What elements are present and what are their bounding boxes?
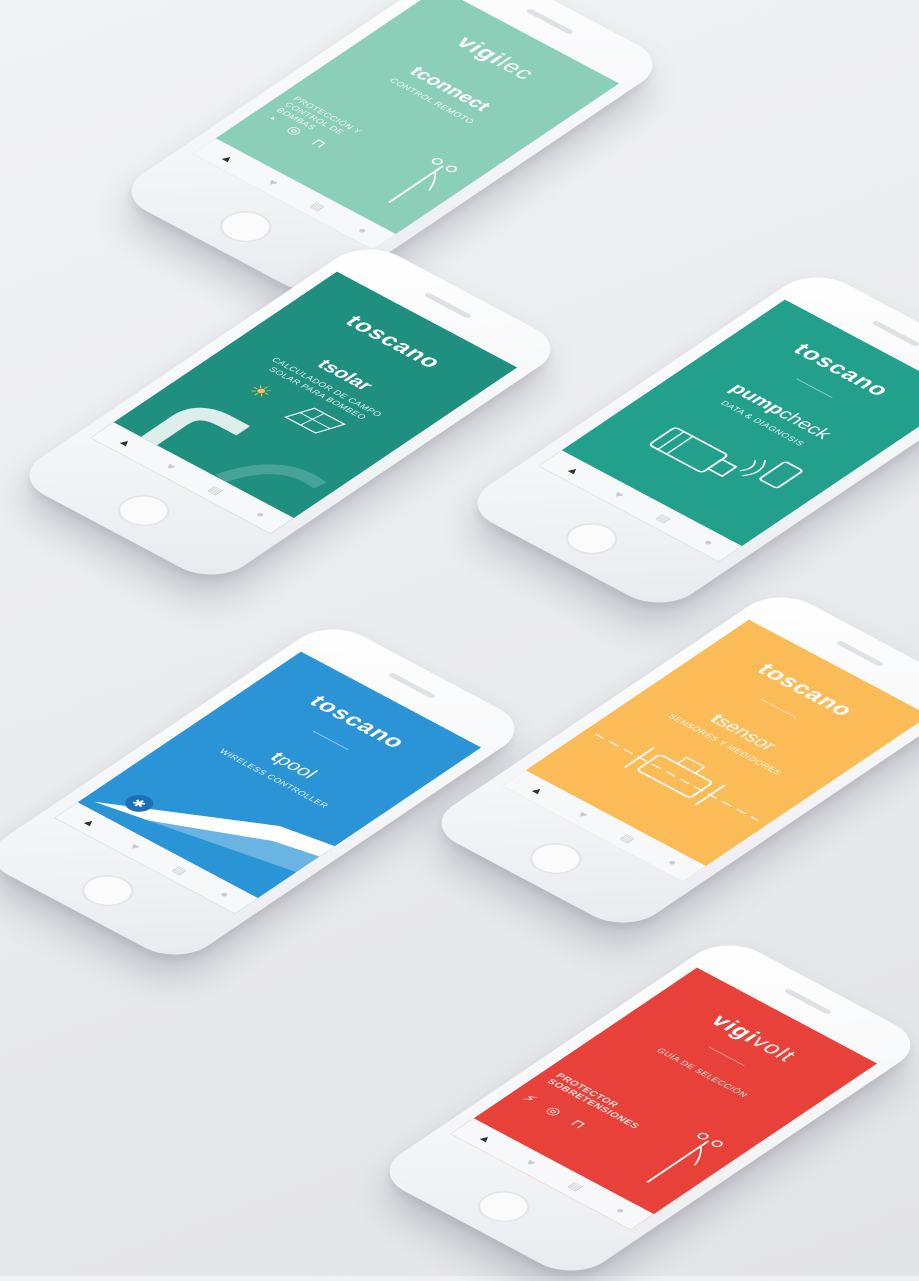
document-icon[interactable]: ▤ <box>565 1180 586 1193</box>
home-icon[interactable]: ▲ <box>527 784 548 797</box>
gauge-icon: ◔ <box>261 111 282 124</box>
user-icon[interactable]: ● <box>664 857 681 868</box>
divider-line <box>760 698 797 718</box>
phone-vigivolt: vigivolt GUÍA DE SELECCIÓN PROTECTOR SOB… <box>371 934 919 1281</box>
heart-icon[interactable]: ♥ <box>126 841 143 852</box>
divider-line <box>708 1046 745 1066</box>
home-icon[interactable]: ▲ <box>475 1132 496 1145</box>
brand-main: toscano <box>339 311 448 373</box>
phone-pumpcheck: toscano pumpcheck DATA & DIAGNOSIS ▲ ♥ ▤… <box>459 266 919 614</box>
home-icon[interactable]: ▲ <box>563 464 584 477</box>
divider-line <box>312 730 349 750</box>
phone-tsensor: toscano tsensor SENSORES Y MEDIDORES ▲ ♥… <box>423 586 919 934</box>
mockup-stage: vigilec tconnect CONTROL REMOTO PROTECCI… <box>0 0 919 1281</box>
phone-tsolar: toscano tsolar CALCULADOR DE CAMPO SOLAR… <box>11 238 569 586</box>
product-name: tconnect <box>350 35 548 143</box>
heart-icon[interactable]: ♥ <box>522 1157 539 1168</box>
heart-icon[interactable]: ♥ <box>162 461 179 472</box>
brand-main: toscano <box>303 691 412 753</box>
home-icon[interactable]: ▲ <box>79 816 100 829</box>
heart-icon[interactable]: ♥ <box>610 489 627 500</box>
pump-icon: ◎ <box>542 1103 566 1118</box>
user-icon[interactable]: ● <box>700 537 717 548</box>
plug-icon: ⊓ <box>567 1117 590 1131</box>
document-icon[interactable]: ▤ <box>617 832 638 845</box>
brand-main: toscano <box>751 659 860 721</box>
user-icon[interactable]: ● <box>612 1205 629 1216</box>
user-icon[interactable]: ● <box>216 889 233 900</box>
home-icon[interactable]: ▲ <box>217 152 238 165</box>
document-icon[interactable]: ▤ <box>169 864 190 877</box>
document-icon[interactable]: ▤ <box>307 200 328 213</box>
user-icon[interactable]: ● <box>354 225 371 236</box>
divider-line <box>796 378 833 398</box>
user-icon[interactable]: ● <box>252 509 269 520</box>
heart-icon[interactable]: ♥ <box>574 809 591 820</box>
home-icon[interactable]: ▲ <box>115 436 136 449</box>
heart-icon[interactable]: ♥ <box>264 177 281 188</box>
phone-tpool: toscano tpool WIRELESS CONTROLLER ✱ ▲ ♥ … <box>0 618 533 966</box>
document-icon[interactable]: ▤ <box>653 512 674 525</box>
bolt-icon: ⚡ <box>519 1091 541 1105</box>
brand-main: toscano <box>787 339 896 401</box>
sun-icon: ☀ <box>242 380 279 403</box>
document-icon[interactable]: ▤ <box>205 484 226 497</box>
side-heading: PROTECTOR SOBRETENSIONES <box>544 1071 642 1131</box>
